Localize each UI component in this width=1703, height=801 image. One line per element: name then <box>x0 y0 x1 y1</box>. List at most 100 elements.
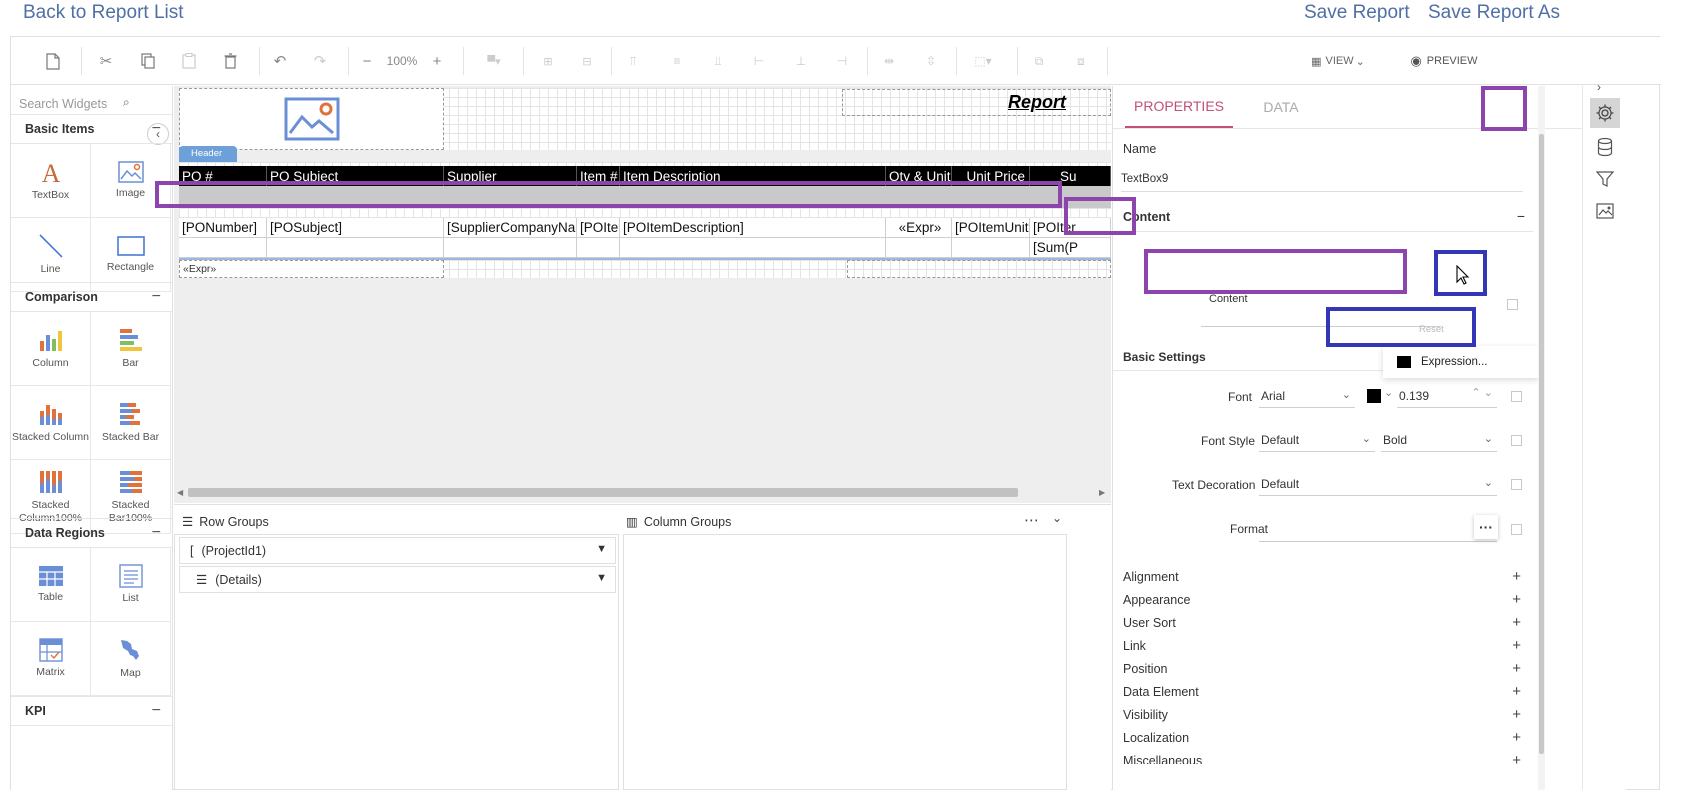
align-top-icon[interactable]: ⫪ <box>623 49 643 73</box>
section-link[interactable]: Link <box>1123 639 1146 653</box>
detail-cell[interactable]: [POSubject] <box>267 218 444 238</box>
total-cell[interactable]: [Sum(P <box>1030 238 1111 258</box>
expand-icon[interactable]: + <box>1512 660 1521 677</box>
column-header-cell[interactable]: Item # <box>577 166 620 186</box>
section-appearance[interactable]: Appearance <box>1123 593 1190 607</box>
detail-cell[interactable]: [POItemDescription] <box>620 218 886 238</box>
font-family-dropdown[interactable]: Arial ⌄ <box>1259 384 1355 408</box>
expression-checkbox[interactable] <box>1507 299 1518 310</box>
total-cell[interactable] <box>577 238 620 258</box>
detail-cell[interactable]: [POIter <box>577 218 620 238</box>
database-icon[interactable] <box>1590 132 1620 162</box>
cut-icon[interactable]: ✂ <box>94 49 118 73</box>
zoom-out-icon[interactable]: − <box>357 49 377 73</box>
reset-link[interactable]: Reset <box>1419 324 1444 335</box>
collapse-groups-icon[interactable]: ⌄ <box>1052 511 1062 525</box>
total-cell[interactable] <box>444 238 577 258</box>
grid-snap-icon[interactable]: ⊞ <box>538 49 558 73</box>
settings-gear-icon[interactable] <box>1590 98 1620 128</box>
widget-bar-chart[interactable]: Bar <box>91 312 171 386</box>
align-bottom-icon[interactable]: ⫫ <box>708 49 728 73</box>
align-center-icon[interactable]: ⊥ <box>791 49 811 73</box>
text-decoration-checkbox[interactable] <box>1511 479 1522 490</box>
font-color-swatch[interactable] <box>1367 389 1381 403</box>
view-menu-button[interactable]: ▦ VIEW ⌄ <box>1303 49 1373 73</box>
widget-table[interactable]: Table <box>11 548 91 622</box>
section-miscellaneous[interactable]: Miscellaneous <box>1123 754 1202 764</box>
scroll-right-icon[interactable]: ▶ <box>1099 488 1105 497</box>
section-visibility[interactable]: Visibility <box>1123 708 1168 722</box>
more-options-icon[interactable]: ⋯ <box>1024 511 1039 529</box>
paste-icon[interactable] <box>177 49 201 73</box>
save-report-as-link[interactable]: Save Report As <box>1428 2 1560 24</box>
detail-cell[interactable]: «Expr» <box>886 218 952 238</box>
order-icon[interactable]: ▀▾ <box>479 49 509 73</box>
format-checkbox[interactable] <box>1511 524 1522 535</box>
expression-menu[interactable]: Expression... <box>1383 346 1539 378</box>
bring-front-icon[interactable]: ⧉ <box>1029 49 1049 73</box>
total-cell[interactable] <box>886 238 952 258</box>
horizontal-scrollbar[interactable]: ◀ ▶ <box>174 485 1111 499</box>
section-localization[interactable]: Localization <box>1123 731 1189 745</box>
table-region[interactable]: PO # PO Subject Supplier Item # Item Des… <box>179 162 1111 352</box>
footer-textbox[interactable] <box>847 260 1111 278</box>
dropdown-icon[interactable]: ▼ <box>596 543 607 555</box>
zoom-level[interactable]: 100% <box>384 49 420 73</box>
widget-matrix[interactable]: Matrix <box>11 622 91 696</box>
expand-panel-icon[interactable]: › <box>1597 80 1601 94</box>
section-position[interactable]: Position <box>1123 662 1167 676</box>
widget-column-chart[interactable]: Column <box>11 312 91 386</box>
row-group-item[interactable]: [(ProjectId1) ▼ <box>179 537 616 564</box>
scroll-left-icon[interactable]: ◀ <box>177 488 183 497</box>
category-basic-items[interactable]: Basic Items − <box>11 114 172 144</box>
total-cell[interactable] <box>179 238 267 258</box>
column-header-cell[interactable]: Su <box>1030 166 1111 186</box>
filter-icon[interactable] <box>1590 164 1620 194</box>
scrollbar-thumb[interactable] <box>1539 134 1544 754</box>
tab-data[interactable]: DATA <box>1251 86 1311 128</box>
column-header-cell[interactable]: PO # <box>179 166 267 186</box>
widget-list[interactable]: List <box>91 548 171 622</box>
widget-image[interactable]: Image <box>91 144 171 218</box>
font-style-checkbox[interactable] <box>1511 435 1522 446</box>
delete-icon[interactable] <box>218 49 242 73</box>
size-icon[interactable]: ⬚▾ <box>968 49 998 73</box>
footer-expression-box[interactable]: «Expr» <box>179 260 444 278</box>
category-data-regions[interactable]: Data Regions − <box>11 518 172 548</box>
format-input[interactable] <box>1259 516 1497 542</box>
column-header-cell[interactable]: Item Description <box>620 166 886 186</box>
design-canvas[interactable]: Report Header PO # PO Subject Supplier I… <box>174 86 1111 503</box>
guide-icon[interactable]: ⊟ <box>577 49 597 73</box>
text-decoration-dropdown[interactable]: Default ⌄ <box>1259 472 1497 496</box>
total-cell[interactable] <box>952 238 1030 258</box>
section-data-element[interactable]: Data Element <box>1123 685 1199 699</box>
chevron-down-icon[interactable]: ⌄ <box>1384 386 1393 399</box>
category-kpi[interactable]: KPI − <box>11 696 172 726</box>
tab-properties[interactable]: PROPERTIES <box>1125 86 1233 128</box>
detail-cell[interactable]: [POItemUnitP <box>952 218 1030 238</box>
detail-cell[interactable]: [POIter <box>1030 218 1111 238</box>
title-textbox[interactable] <box>842 89 1111 116</box>
back-to-report-list-link[interactable]: Back to Report List <box>23 2 184 24</box>
widget-stacked-column[interactable]: Stacked Column <box>11 386 91 460</box>
widget-textbox[interactable]: A TextBox <box>11 144 91 218</box>
send-back-icon[interactable]: ⧈ <box>1071 49 1091 73</box>
total-cell[interactable] <box>620 238 886 258</box>
font-style-dropdown[interactable]: Default ⌄ <box>1259 428 1375 452</box>
section-user-sort[interactable]: User Sort <box>1123 616 1176 630</box>
scrollbar-thumb[interactable] <box>188 488 1018 497</box>
widget-rectangle[interactable]: Rectangle <box>91 218 171 292</box>
widget-map[interactable]: Map <box>91 622 171 696</box>
vertical-scrollbar[interactable] <box>1538 86 1545 790</box>
spin-icon[interactable]: ⌃ ⌄ <box>1472 386 1494 399</box>
zoom-in-icon[interactable]: + <box>427 49 447 73</box>
collapse-icon[interactable]: − <box>1517 208 1525 224</box>
widget-line[interactable]: Line <box>11 218 91 292</box>
expand-icon[interactable]: + <box>1512 637 1521 654</box>
expand-icon[interactable]: + <box>1512 752 1521 769</box>
font-checkbox[interactable] <box>1511 391 1522 402</box>
expression-menu-item[interactable]: Expression... <box>1421 356 1487 368</box>
expand-icon[interactable]: + <box>1512 568 1521 585</box>
section-alignment[interactable]: Alignment <box>1123 570 1179 584</box>
detail-cell[interactable]: [PONumber] <box>179 218 267 238</box>
